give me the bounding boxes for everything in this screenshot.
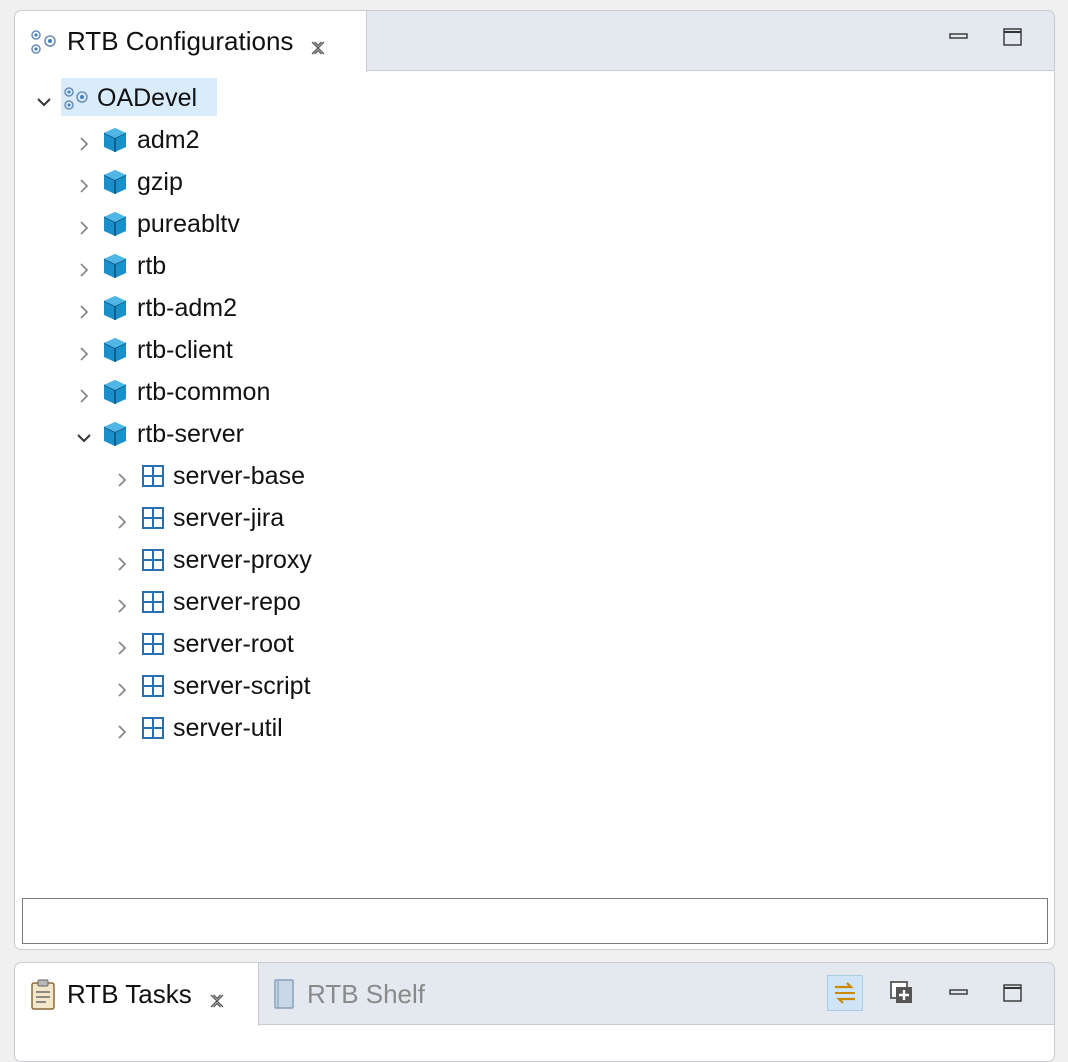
tree-item-group[interactable]: server-proxy — [113, 540, 312, 580]
chevron-down-icon[interactable] — [75, 425, 93, 443]
chevron-down-icon[interactable] — [35, 89, 53, 107]
group-grid-icon — [141, 590, 165, 614]
chevron-right-icon[interactable] — [113, 467, 131, 487]
chevron-right-icon[interactable] — [113, 677, 131, 697]
tree-item-module[interactable]: pureabltv — [75, 204, 240, 244]
group-grid-icon — [141, 506, 165, 530]
tab-rtb-shelf[interactable]: RTB Shelf — [259, 963, 425, 1025]
tree-item-module[interactable]: rtb-server — [75, 414, 244, 454]
tree-item-label: server-root — [173, 629, 294, 658]
tree-item-group[interactable]: server-util — [113, 708, 283, 748]
tab-label: RTB Configurations — [67, 26, 294, 56]
minimize-icon[interactable] — [941, 975, 977, 1011]
group-grid-icon — [141, 716, 165, 740]
tree-item-label: server-proxy — [173, 545, 312, 574]
tree-item-label: server-util — [173, 713, 283, 742]
tree-item-module[interactable]: rtb — [75, 246, 166, 286]
chevron-right-icon[interactable] — [75, 173, 93, 193]
rtb-configurations-view: RTB Configurations OADevel adm2 gzip pur… — [14, 10, 1055, 950]
tree-item-label: rtb — [137, 251, 167, 280]
tab-label: RTB Shelf — [307, 978, 426, 1009]
tree-item-root[interactable]: OADevel — [35, 78, 197, 118]
module-cube-icon — [101, 336, 129, 364]
configurations-icon — [61, 84, 89, 112]
tree-item-label: server-script — [173, 671, 311, 700]
chevron-right-icon[interactable] — [75, 131, 93, 151]
chevron-right-icon[interactable] — [75, 341, 93, 361]
tree-item-label: rtb-client — [137, 335, 233, 364]
tree-item-module[interactable]: rtb-adm2 — [75, 288, 237, 328]
tab-rtb-configurations[interactable]: RTB Configurations — [15, 11, 367, 72]
maximize-icon[interactable] — [995, 975, 1031, 1011]
rtb-tasks-view: RTB Tasks RTB Shelf — [14, 962, 1055, 1062]
close-icon[interactable] — [208, 986, 226, 1007]
chevron-right-icon[interactable] — [113, 509, 131, 529]
module-cube-icon — [101, 294, 129, 322]
tree-item-label: rtb-server — [137, 419, 244, 448]
tree-item-label: gzip — [137, 167, 183, 196]
chevron-right-icon[interactable] — [75, 215, 93, 235]
tree-item-label: server-repo — [173, 587, 301, 616]
view-header: RTB Tasks RTB Shelf — [15, 963, 1054, 1026]
module-cube-icon — [101, 252, 129, 280]
chevron-right-icon[interactable] — [113, 551, 131, 571]
group-grid-icon — [141, 548, 165, 572]
tree-item-module[interactable]: rtb-common — [75, 372, 270, 412]
group-grid-icon — [141, 632, 165, 656]
module-cube-icon — [101, 126, 129, 154]
tree-item-module[interactable]: rtb-client — [75, 330, 233, 370]
clipboard-icon — [29, 979, 57, 1011]
close-icon[interactable] — [309, 33, 327, 54]
tree-item-label: pureabltv — [137, 209, 240, 238]
tree-item-label: rtb-adm2 — [137, 293, 238, 322]
module-cube-icon — [101, 420, 129, 448]
tree-item-module[interactable]: adm2 — [75, 120, 200, 160]
chevron-right-icon[interactable] — [75, 299, 93, 319]
filter-input[interactable] — [22, 898, 1048, 944]
tree-item-group[interactable]: server-root — [113, 624, 294, 664]
tree-item-label: adm2 — [137, 125, 200, 154]
link-with-editor-icon[interactable] — [827, 975, 863, 1011]
maximize-icon[interactable] — [1001, 25, 1025, 49]
tree-item-group[interactable]: server-script — [113, 666, 311, 706]
module-cube-icon — [101, 378, 129, 406]
tab-label: RTB Tasks — [67, 979, 192, 1009]
module-cube-icon — [101, 210, 129, 238]
minimize-icon[interactable] — [947, 25, 971, 49]
tree-item-group[interactable]: server-jira — [113, 498, 284, 538]
tree-item-group[interactable]: server-base — [113, 456, 305, 496]
tree-item-label: server-base — [173, 461, 305, 490]
chevron-right-icon[interactable] — [113, 593, 131, 613]
chevron-right-icon[interactable] — [75, 257, 93, 277]
new-task-icon[interactable] — [883, 975, 919, 1011]
chevron-right-icon[interactable] — [113, 719, 131, 739]
tree-item-module[interactable]: gzip — [75, 162, 183, 202]
group-grid-icon — [141, 674, 165, 698]
view-header: RTB Configurations — [15, 11, 1054, 72]
chevron-right-icon[interactable] — [113, 635, 131, 655]
chevron-right-icon[interactable] — [75, 383, 93, 403]
shelf-icon — [273, 978, 295, 1010]
tree-item-label: server-jira — [173, 503, 285, 532]
configurations-icon — [27, 27, 61, 57]
group-grid-icon — [141, 464, 165, 488]
tab-rtb-tasks[interactable]: RTB Tasks — [15, 963, 259, 1026]
tree-item-label: OADevel — [97, 83, 198, 112]
module-cube-icon — [101, 168, 129, 196]
tree-item-group[interactable]: server-repo — [113, 582, 301, 622]
tree-item-label: rtb-common — [137, 377, 271, 406]
